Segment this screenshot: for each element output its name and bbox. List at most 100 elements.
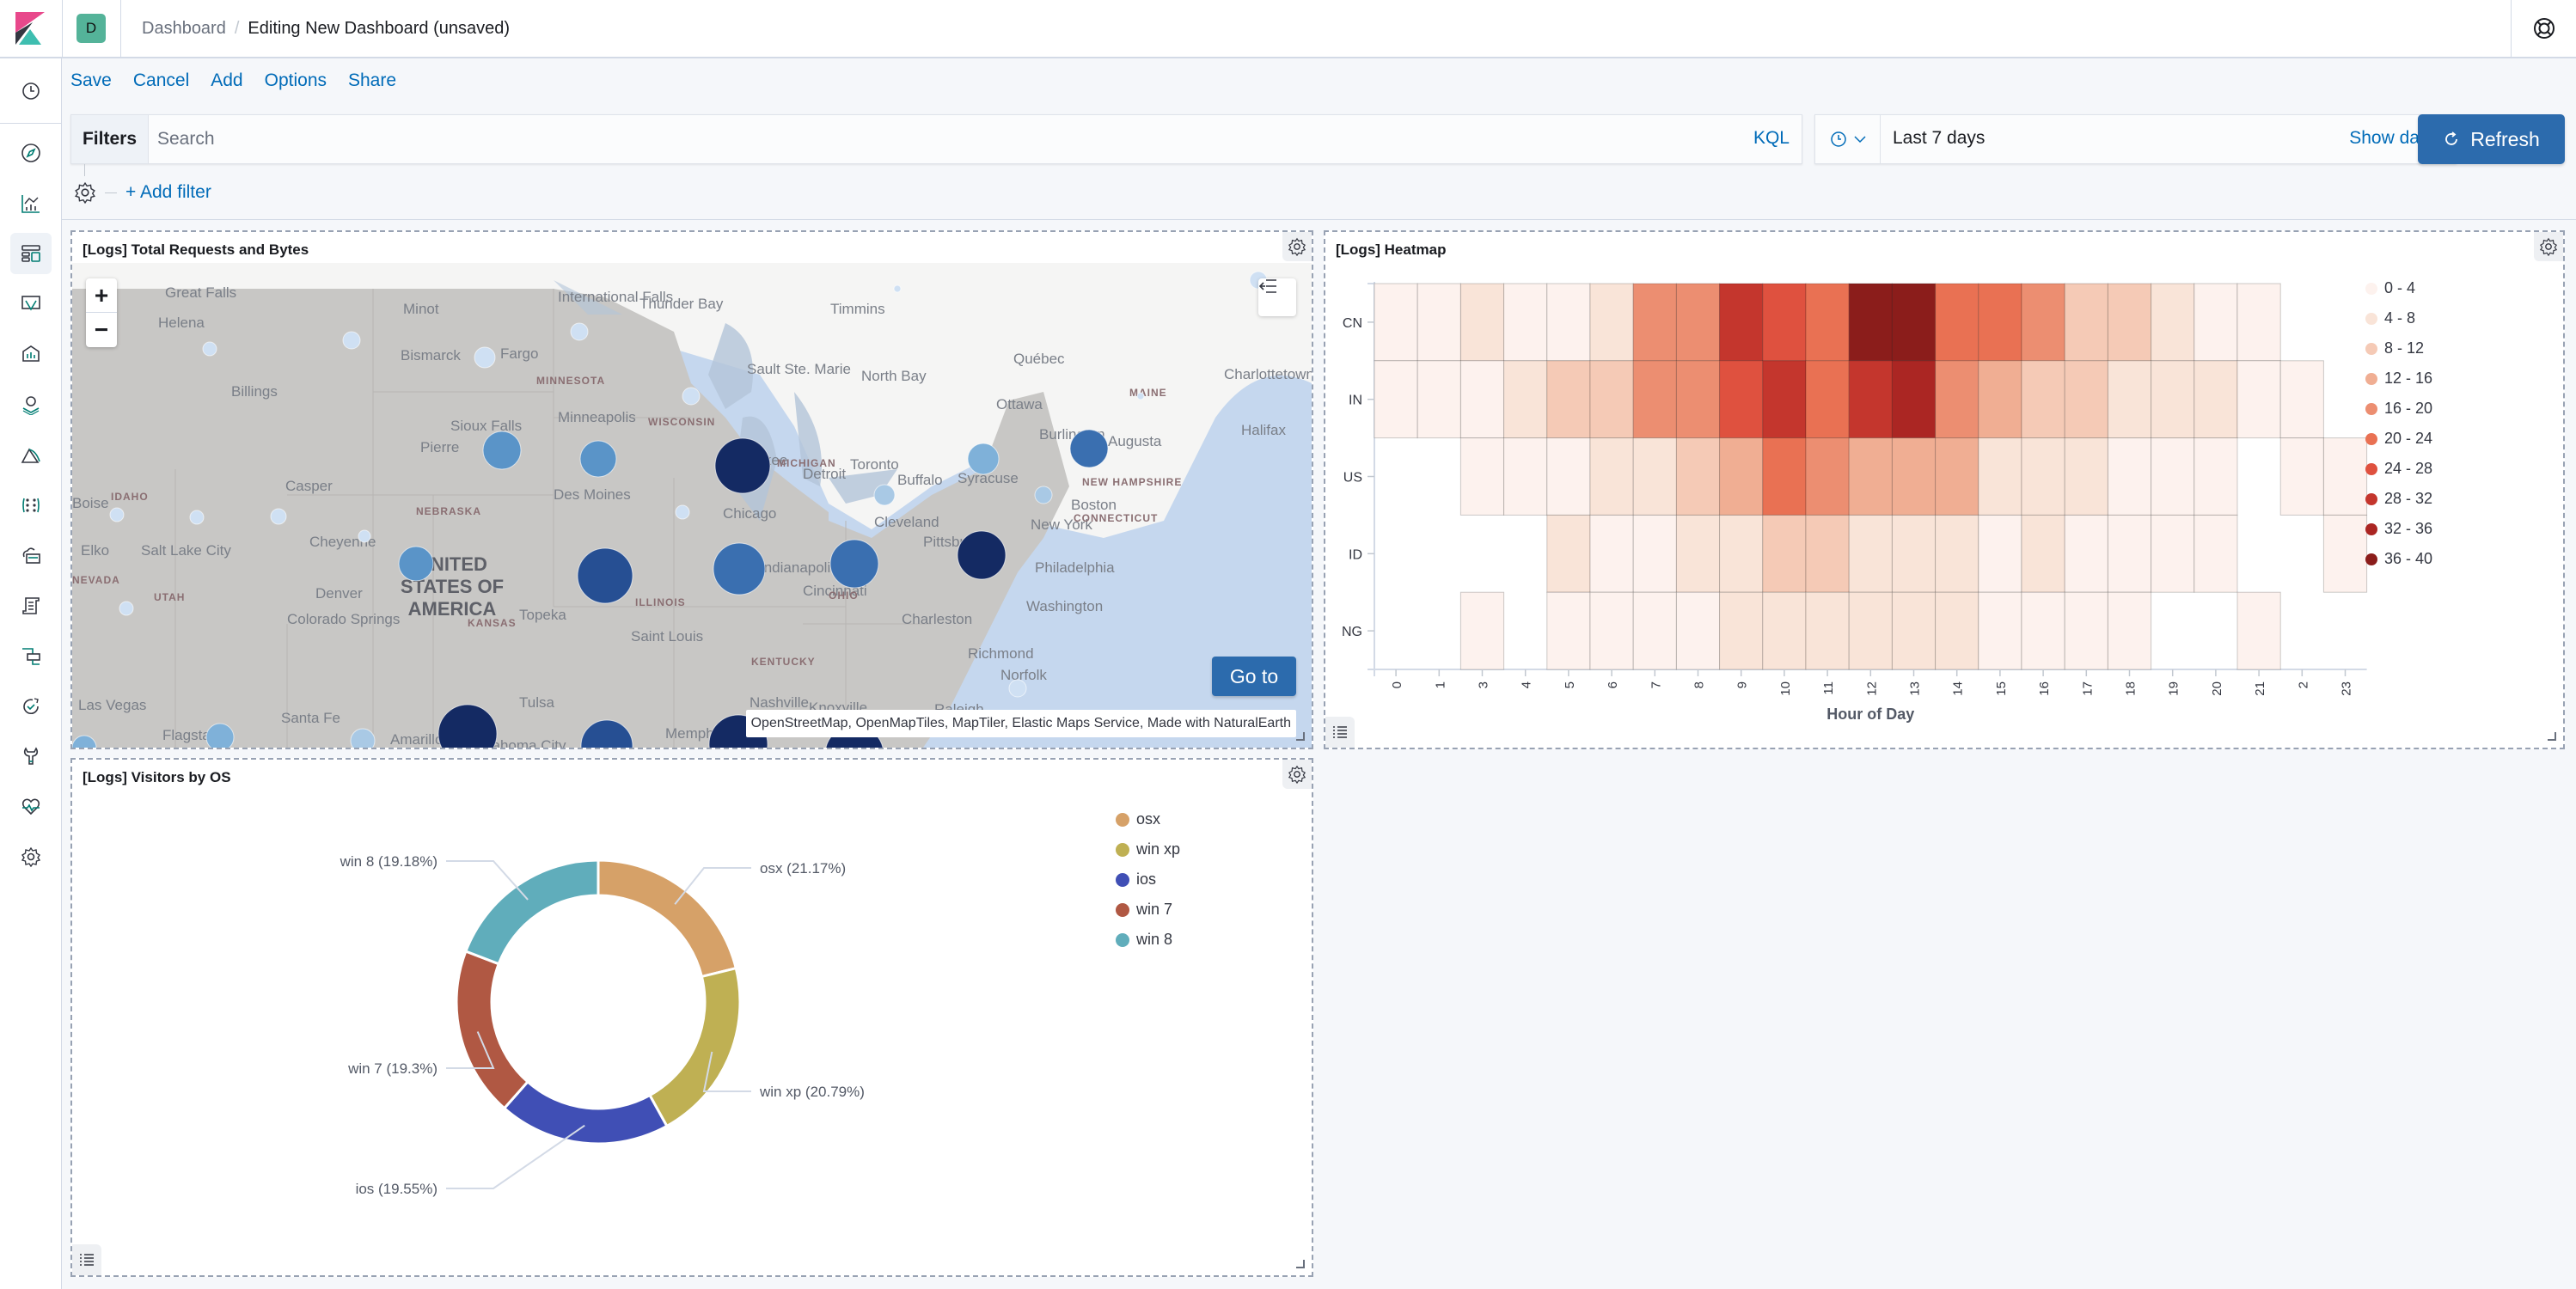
heatmap-cell[interactable] [2021,437,2065,516]
legend-item[interactable]: 4 - 8 [2365,303,2432,333]
heatmap-cell[interactable] [2236,283,2281,362]
heatmap-cell[interactable] [2021,591,2065,670]
map-bubble[interactable] [350,728,376,748]
heatmap-cell[interactable] [2236,591,2281,670]
heatmap-cell[interactable] [1935,360,1979,439]
heatmap-cell[interactable] [1589,437,1634,516]
pie-slice[interactable] [597,858,738,979]
heatmap-cell[interactable] [2021,514,2065,593]
legend-item[interactable]: 8 - 12 [2365,333,2432,363]
share-button[interactable]: Share [348,70,396,91]
map-bubble[interactable] [342,331,361,350]
heatmap-cell[interactable] [1805,283,1850,362]
heatmap-cell[interactable] [2194,283,2238,362]
heatmap-cell[interactable] [2151,360,2195,439]
panel-resize-handle[interactable] [2548,732,2556,741]
heatmap-cell[interactable] [1762,514,1807,593]
map-bubble[interactable] [570,322,589,341]
map-bubble[interactable] [189,510,205,525]
heatmap-cell[interactable] [1546,514,1591,593]
heatmap-cell[interactable] [2279,437,2324,516]
heatmap-cell[interactable] [1374,283,1418,362]
heatmap-cell[interactable] [1546,283,1591,362]
heatmap-cell[interactable] [1459,283,1505,362]
heatmap-cell[interactable] [2151,283,2195,362]
heatmap-cell[interactable] [1762,360,1807,439]
heatmap-cell[interactable] [1416,360,1461,439]
heatmap-cell[interactable] [2194,437,2238,516]
heatmap-cell[interactable] [1503,437,1548,516]
heatmap-cell[interactable] [2107,283,2152,362]
heatmap-cell[interactable] [1459,437,1505,516]
map-bubble[interactable] [109,507,125,522]
heatmap-cell[interactable] [1675,437,1721,516]
legend-item[interactable]: 28 - 32 [2365,484,2432,514]
heatmap-cell[interactable] [1719,591,1764,670]
map-bubble[interactable] [577,547,633,604]
heatmap-cell[interactable] [1459,591,1505,670]
add-panel-button[interactable]: Add [211,70,242,91]
heatmap-cell[interactable] [1762,437,1807,516]
cancel-button[interactable]: Cancel [133,70,189,91]
heatmap-cell[interactable] [2151,437,2195,516]
legend-toggle-button[interactable] [72,1244,101,1275]
go-to-button[interactable]: Go to [1212,657,1296,696]
quick-select-button[interactable] [1815,115,1881,163]
map-bubble[interactable] [270,508,287,525]
map-bubble[interactable] [72,735,97,748]
heatmap-cell[interactable] [1805,591,1850,670]
legend-item[interactable]: 0 - 4 [2365,273,2432,303]
heatmap-cell[interactable] [2194,360,2238,439]
heatmap-cell[interactable] [1935,283,1979,362]
map-bubble[interactable] [957,530,1007,580]
map-bubble[interactable] [437,704,498,748]
heatmap-cell[interactable] [2064,437,2108,516]
legend-item[interactable]: 16 - 20 [2365,394,2432,424]
panel-resize-handle[interactable] [1296,1260,1305,1268]
heatmap-cell[interactable] [1978,591,2022,670]
sidebar-item-graph[interactable] [10,635,52,676]
heatmap-cell[interactable] [1719,437,1764,516]
heatmap-cell[interactable] [1546,591,1591,670]
heatmap-cell[interactable] [1935,437,1979,516]
heatmap-cell[interactable] [1891,437,1937,516]
panel-options-button[interactable] [1282,232,1312,261]
sidebar-item-dashboard[interactable] [10,233,52,274]
zoom-out-button[interactable]: − [86,313,117,347]
heatmap-cell[interactable] [1891,514,1937,593]
heatmap-cell[interactable] [1978,514,2022,593]
sidebar-item-discover[interactable] [10,132,52,174]
legend-item[interactable]: ios [1116,864,1180,895]
map-bubble[interactable] [675,504,690,520]
heatmap-cell[interactable] [1632,437,1677,516]
layer-control-button[interactable] [1258,278,1296,316]
sidebar-item-logs[interactable] [10,585,52,626]
sidebar-item-canvas[interactable] [10,284,52,325]
heatmap-cell[interactable] [1891,591,1937,670]
map-bubble[interactable] [482,431,522,470]
sidebar-item-uptime[interactable] [10,686,52,727]
heatmap-cell[interactable] [1848,514,1893,593]
sidebar-item-infrastructure[interactable] [10,485,52,526]
map-bubble[interactable] [358,529,371,543]
heatmap-cell[interactable] [1805,514,1850,593]
heatmap-cell[interactable] [1805,437,1850,516]
map-bubble[interactable] [1069,429,1109,468]
heatmap-cell[interactable] [2236,360,2281,439]
sidebar-item-machine-learning[interactable] [10,333,52,375]
legend-item[interactable]: 12 - 16 [2365,363,2432,394]
map-bubble[interactable] [1008,679,1027,698]
add-filter-button[interactable]: + Add filter [125,182,211,203]
map-bubble[interactable] [967,443,1000,475]
heatmap-cell[interactable] [1891,360,1937,439]
heatmap-cell[interactable] [2151,514,2195,593]
heatmap-cell[interactable] [1546,437,1591,516]
heatmap-cell[interactable] [1632,591,1677,670]
heatmap-cell[interactable] [1935,591,1979,670]
heatmap-cell[interactable] [1848,591,1893,670]
heatmap-cell[interactable] [1374,360,1418,439]
sidebar-item-maps[interactable] [10,384,52,425]
heatmap-cell[interactable] [2064,283,2108,362]
sidebar-item-visualize[interactable] [10,183,52,224]
heatmap-cell[interactable] [1589,283,1634,362]
